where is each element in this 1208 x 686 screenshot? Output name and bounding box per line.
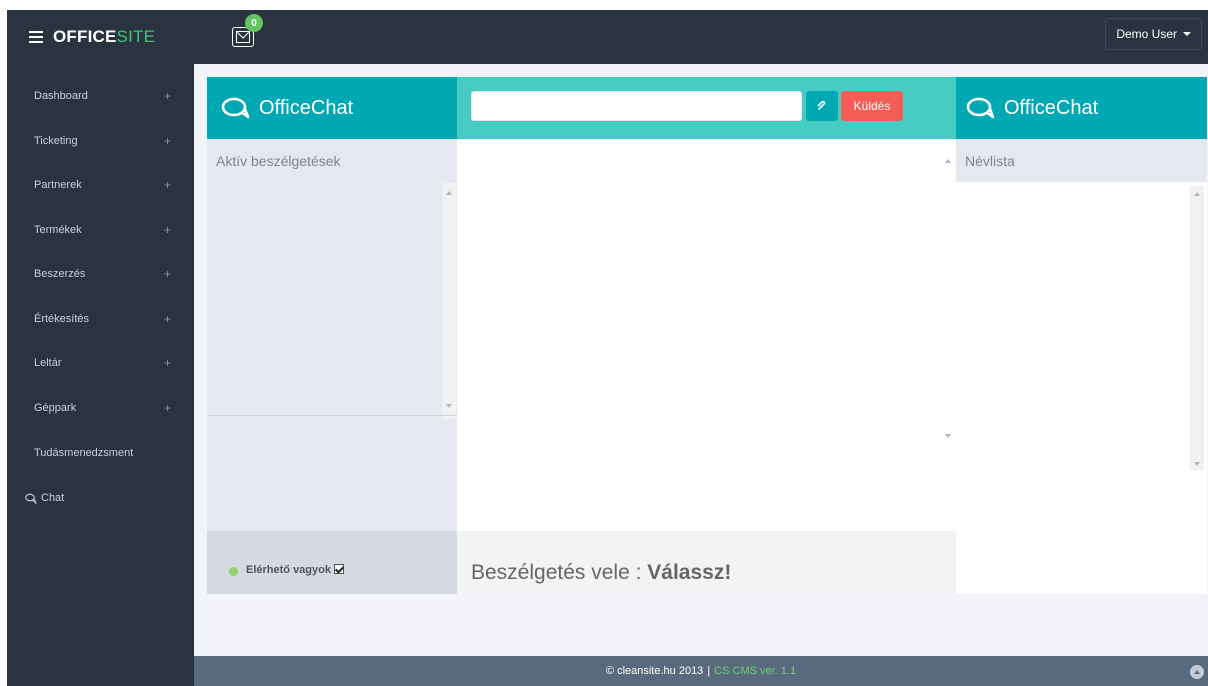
sidebar-item-dashboard[interactable]: Dashboard + [7,74,194,118]
conversation-prefix: Beszélgetés vele : [471,561,648,584]
expand-icon[interactable]: + [164,356,171,370]
sidebar-item-label: Termékek [34,224,82,236]
sidebar-item-ticketing[interactable]: Ticketing + [7,119,194,163]
version-link[interactable]: CS CMS ver. 1.1 [714,665,796,677]
sidebar-item-label: Ticketing [34,135,78,147]
chat-title: OfficeChat [1004,96,1099,119]
sidebar-item-partnerek[interactable]: Partnerek + [7,163,194,207]
sidebar-item-beszerzes[interactable]: Beszerzés + [7,252,194,296]
sidebar-item-termekek[interactable]: Termékek + [7,208,194,252]
brand-accent: SITE [116,27,156,46]
sidebar-item-label: Chat [41,492,65,504]
online-status-icon [229,567,238,576]
conversations-scrollbar[interactable] [442,183,456,419]
sidebar-item-geppark[interactable]: Géppark + [7,386,194,430]
active-conversations-panel: OfficeChat Aktív beszélgetések Elérhető … [207,77,457,594]
sidebar-item-label: Beszerzés [34,268,86,280]
available-checkbox[interactable] [333,564,344,574]
chevron-down-icon [1183,32,1191,36]
brand-main: OFFICE [53,27,117,46]
sidebar-item-ertekesites[interactable]: Értékesítés + [7,297,194,341]
sidebar-item-label: Leltár [34,357,62,369]
expand-icon[interactable]: + [164,223,171,237]
hamburger-menu-icon[interactable] [29,28,43,46]
sidebar-item-label: Géppark [34,402,77,414]
expand-icon[interactable]: + [164,267,171,281]
name-list-title: Névlista [965,153,1015,169]
scroll-to-top-icon[interactable] [1190,665,1204,679]
brand[interactable]: OFFICE SITE [7,10,194,64]
scroll-up-icon[interactable] [945,159,951,163]
active-conversations-title: Aktív beszélgetések [216,153,341,169]
chat-header-left: OfficeChat [207,77,457,139]
top-bar: OFFICE SITE 0 Demo User [7,10,1208,64]
scroll-down-icon[interactable] [446,404,452,408]
chat-bubbles-icon [966,97,995,119]
name-list-scrollbar[interactable] [1190,186,1204,470]
status-bar: Elérhető vagyok [207,531,457,594]
sidebar-item-label: Értékesítés [34,313,90,325]
scroll-down-icon[interactable] [1194,462,1200,466]
app-frame: OFFICE SITE 0 Demo User Dashboard + Ticke… [7,10,1208,686]
chat-header-right: OfficeChat [956,77,1207,139]
status-toggle[interactable]: Elérhető vagyok [246,564,344,576]
conversation-footer: Beszélgetés vele : Válassz! [457,531,956,594]
conversation-target: Válassz! [647,561,732,584]
sidebar-item-label: Dashboard [34,90,88,102]
expand-icon[interactable]: + [164,89,171,103]
attach-button[interactable] [806,91,838,121]
copyright-text: © cleansite.hu 2013 [605,665,704,677]
page-footer: © cleansite.hu 2013 | CS CMS ver. 1.1 [194,656,1208,686]
expand-icon[interactable]: + [164,178,171,192]
chat-title: OfficeChat [259,96,354,119]
sidebar-item-label: Partnerek [34,179,82,191]
chat-icon [25,493,37,504]
user-name: Demo User [1116,27,1177,41]
sidebar-item-chat[interactable]: Chat [7,476,194,520]
mail-count-badge: 0 [245,14,263,32]
chat-bubbles-icon [221,97,250,119]
scroll-up-icon[interactable] [446,191,452,195]
divider [207,415,457,416]
expand-icon[interactable]: + [164,134,171,148]
status-label: Elérhető vagyok [246,564,331,576]
conversation-with-label: Beszélgetés vele : Válassz! [471,561,731,585]
sidebar: Dashboard + Ticketing + Partnerek + Term… [7,64,194,686]
send-button[interactable]: Küldés [841,91,903,121]
sidebar-item-leltar[interactable]: Leltár + [7,341,194,385]
footer-separator: | [707,665,711,677]
message-input[interactable] [471,91,802,121]
sidebar-item-tudasmenedzsment[interactable]: Tudásmenedzsment [7,431,194,475]
scroll-up-icon[interactable] [1194,192,1200,196]
name-list-header: Névlista [956,139,1207,182]
expand-icon[interactable]: + [164,312,171,326]
name-list-panel: OfficeChat Névlista [956,77,1207,594]
expand-icon[interactable]: + [164,401,171,415]
paperclip-icon [817,101,826,110]
sidebar-item-label: Tudásmenedzsment [34,447,134,459]
conversation-panel: Küldés Beszélgetés vele : Válassz! [457,77,956,594]
message-compose-bar: Küldés [457,77,956,139]
scroll-down-icon[interactable] [945,434,951,438]
user-menu-button[interactable]: Demo User [1105,18,1202,50]
